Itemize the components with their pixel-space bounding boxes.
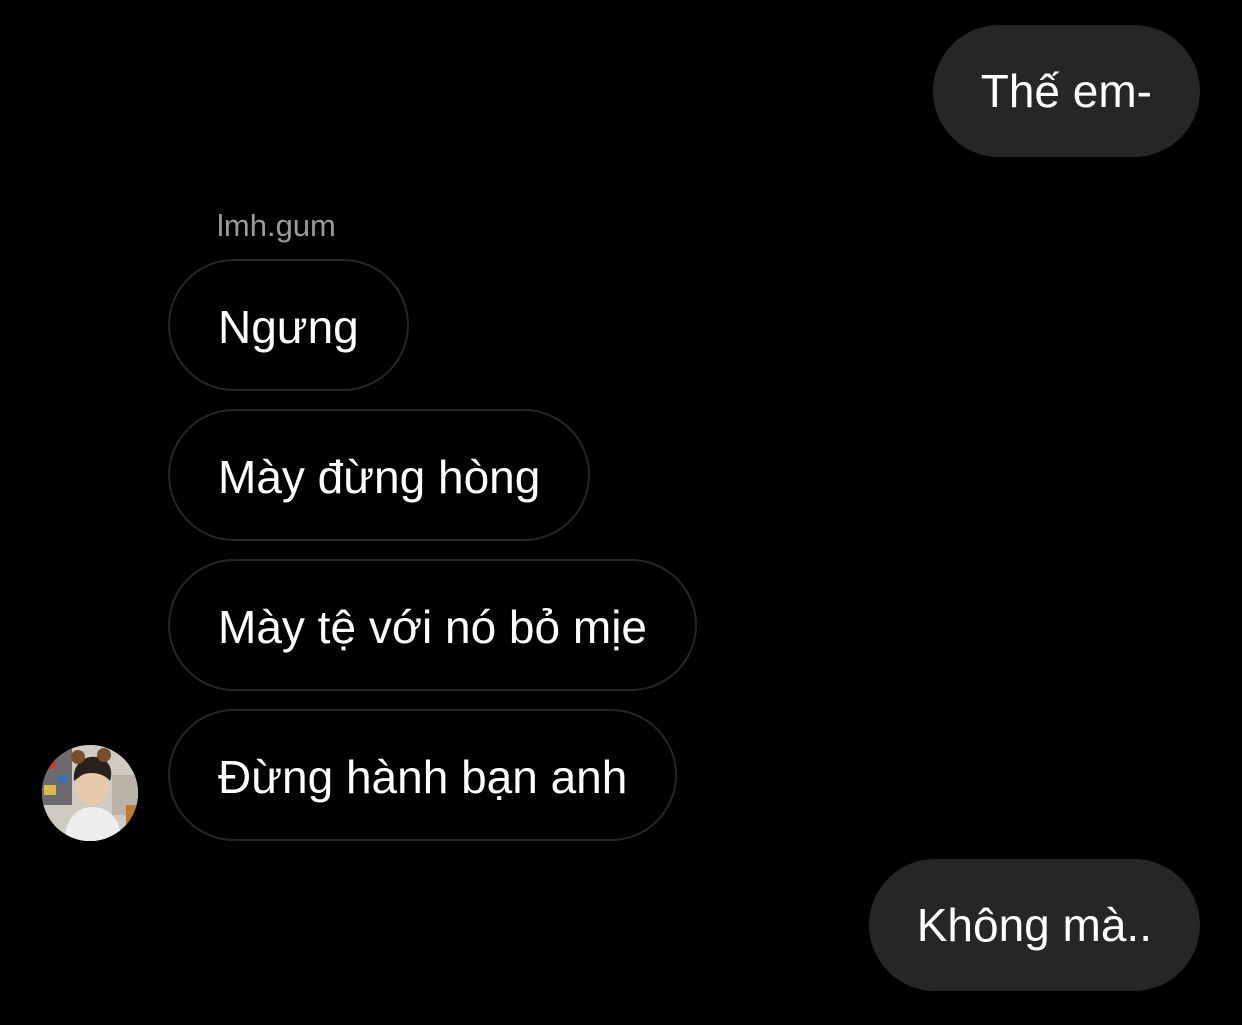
message-bubble-outgoing[interactable]: Không mà.. [868,859,1200,991]
message-bubble-incoming[interactable]: Mày đừng hòng [168,409,591,541]
avatar[interactable] [42,745,138,841]
avatar-photo-icon [42,745,138,841]
message-bubble-outgoing[interactable]: Thế em- [932,25,1200,157]
message-bubble-incoming[interactable]: Đừng hành bạn anh [168,709,678,841]
message-thread: Thế em- lmh.gum Ngưng Mày đừng hòng Mày … [0,0,1242,1025]
sender-username: lmh.gum [217,208,336,243]
message-bubble-incoming[interactable]: Ngưng [168,259,409,391]
message-bubble-incoming[interactable]: Mày tệ với nó bỏ mịe [168,559,698,691]
